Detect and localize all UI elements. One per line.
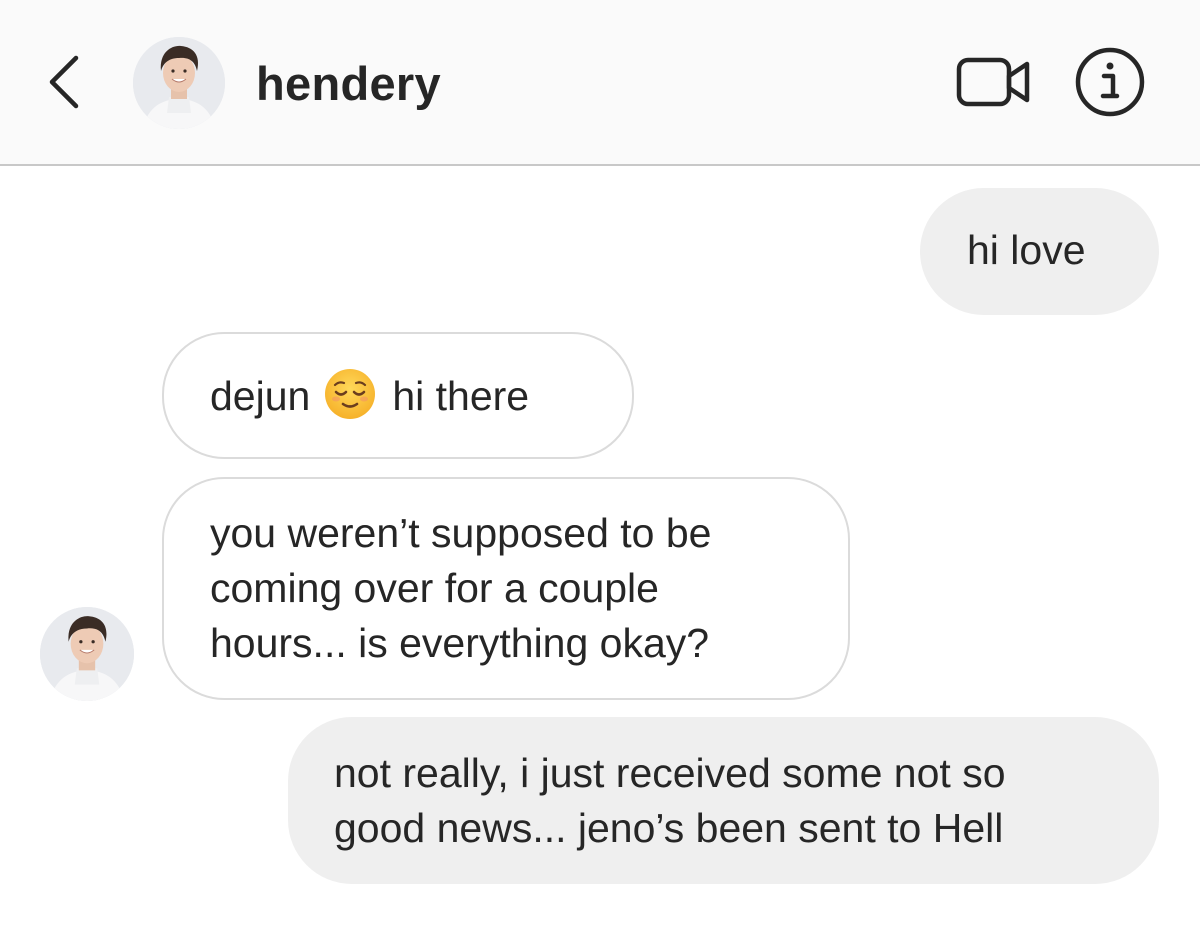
message-line: good news... jeno’s been sent to Hell [334, 805, 1004, 851]
message-line: hours... is everything okay? [210, 620, 710, 666]
message-text: dejun [210, 373, 311, 419]
chat-header: hendery [0, 0, 1200, 166]
chevron-left-icon [49, 55, 79, 109]
info-icon [1075, 47, 1145, 117]
message-text: hi love [967, 227, 1086, 273]
video-camera-icon [956, 57, 1030, 107]
chat-username[interactable]: hendery [256, 56, 441, 111]
back-button[interactable] [38, 50, 94, 114]
message-text: hi there [392, 373, 530, 419]
message-line: coming over for a couple [210, 565, 659, 611]
sent-message-bubble[interactable]: not really, i just received some not so … [288, 717, 1159, 884]
profile-photo [133, 37, 225, 129]
sender-avatar[interactable] [40, 607, 134, 701]
profile-photo [40, 607, 134, 701]
info-button[interactable] [1074, 46, 1146, 118]
relieved-face-emoji [324, 368, 376, 420]
message-line: you weren’t supposed to be [210, 510, 712, 556]
sent-message-bubble[interactable]: hi love [920, 188, 1159, 315]
message-line: not really, i just received some not so [334, 750, 1006, 796]
received-message-bubble[interactable]: you weren’t supposed to be coming over f… [162, 477, 850, 700]
avatar[interactable] [133, 37, 225, 129]
video-call-button[interactable] [955, 52, 1033, 112]
received-message-bubble[interactable]: dejun hi there [162, 332, 634, 459]
